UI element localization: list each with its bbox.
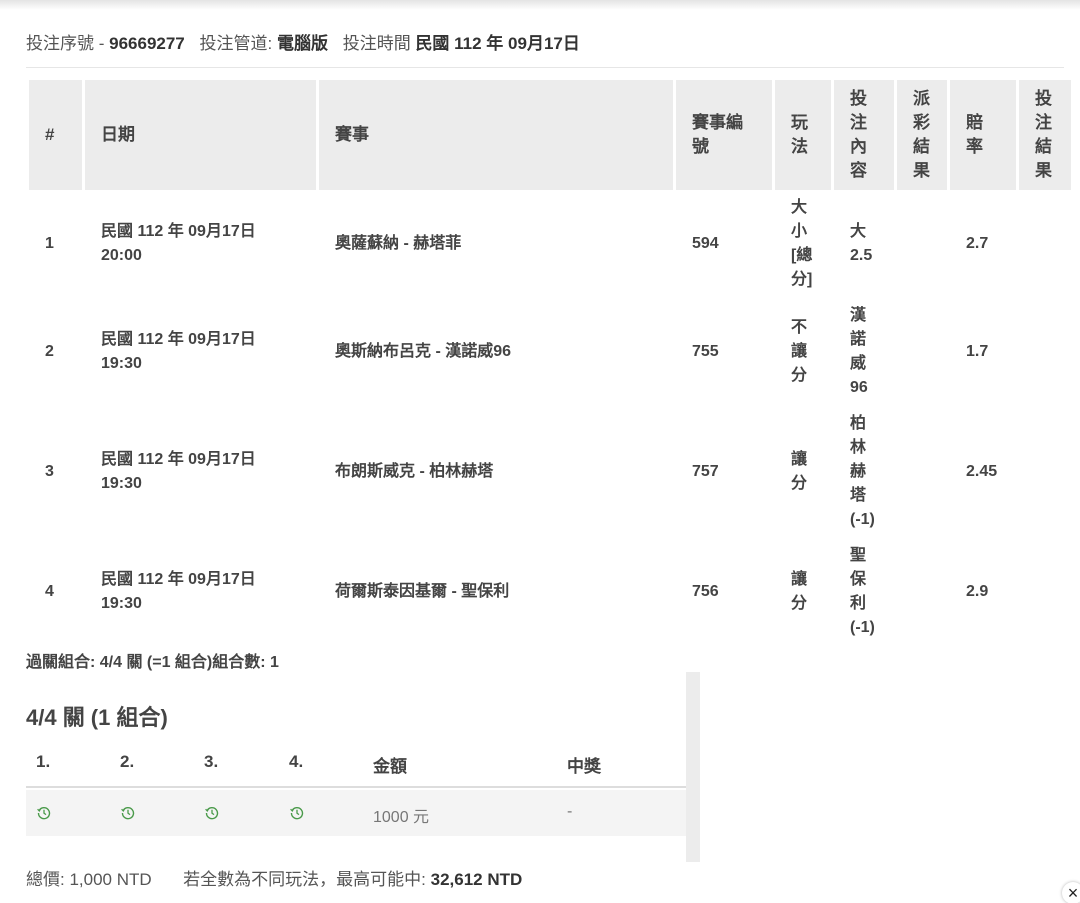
combo-summary: 過關組合: 4/4 關 (=1 組合)組合數: 1 [26, 654, 279, 671]
pending-clock-icon [290, 807, 304, 820]
combo-win: - [567, 803, 573, 820]
col-result: 投注結果 [1019, 80, 1071, 190]
col-num: # [29, 80, 82, 190]
col-event-no: 賽事編號 [676, 80, 772, 190]
row-odds: 2.45 [966, 463, 998, 480]
row-result [1019, 190, 1071, 298]
row-result [1019, 298, 1071, 406]
time-label: 投注時間 [342, 34, 411, 53]
row-play: 大小 [總 分] [791, 199, 813, 288]
combo-row: 1000 元 - [26, 790, 686, 836]
table-row: 1 民國 112 年 09月17日 20:00 奧薩蘇納 - 赫塔菲 594 大小… [29, 190, 1071, 298]
time-value: 民國 112 年 09月17日 [415, 34, 580, 53]
row-date: 民國 112 年 09月17日 19:30 [101, 331, 256, 372]
channel-label: 投注管道: [199, 34, 273, 53]
row-event: 奧斯納布呂克 - 漢諾威96 [335, 343, 512, 360]
divider [26, 67, 1064, 68]
col-play: 玩法 [775, 80, 831, 190]
table-row: 3 民國 112 年 09月17日 19:30 布朗斯威克 - 柏林赫塔 757 … [29, 406, 1071, 538]
row-date: 民國 112 年 09月17日 19:30 [101, 451, 256, 492]
bet-table: # 日期 賽事 賽事編號 玩法 投注內容 派彩結果 賠率 投注結果 1 民國 1… [26, 80, 1074, 646]
max-win-value: 32,612 NTD [430, 870, 523, 889]
col-event: 賽事 [319, 80, 673, 190]
bet-footer: 總價: 1,000 NTD 若全數為不同玩法，最高可能中: 32,612 NTD [26, 865, 522, 890]
pending-clock-icon [121, 807, 135, 820]
row-num: 2 [45, 343, 54, 360]
row-play: 不讓分 [791, 319, 808, 384]
row-payout [897, 298, 947, 406]
row-content: 聖保利 (-1) [850, 547, 875, 636]
row-num: 4 [45, 583, 54, 600]
col-odds: 賠率 [950, 80, 1016, 190]
row-content: 大 2.5 [850, 223, 873, 264]
combo-col-win: 中獎 [567, 757, 601, 776]
row-date: 民國 112 年 09月17日 20:00 [101, 223, 256, 264]
row-payout [897, 190, 947, 298]
row-event-no: 594 [692, 235, 719, 252]
col-date: 日期 [85, 80, 316, 190]
combo-col-amount: 金額 [373, 757, 407, 776]
row-num: 1 [45, 235, 54, 252]
serial-value: 96669277 [109, 34, 185, 53]
row-odds: 2.7 [966, 235, 989, 252]
pending-clock-icon [37, 807, 51, 820]
serial-label: 投注序號 - [26, 34, 105, 53]
combo-col-1: 1. [36, 752, 51, 771]
row-odds: 1.7 [966, 343, 989, 360]
row-content: 柏林赫塔 (-1) [850, 415, 875, 528]
row-payout [897, 538, 947, 646]
bet-header: 投注序號 - 96669277 投注管道: 電腦版 投注時間 民國 112 年 … [26, 29, 580, 54]
row-date: 民國 112 年 09月17日 19:30 [101, 571, 256, 612]
row-play: 讓分 [791, 571, 808, 612]
panel-divider [686, 672, 700, 862]
top-shadow [0, 0, 1080, 10]
table-header-row: # 日期 賽事 賽事編號 玩法 投注內容 派彩結果 賠率 投注結果 [29, 80, 1071, 190]
row-num: 3 [45, 463, 54, 480]
total-label: 總價: [26, 870, 65, 889]
row-event-no: 757 [692, 463, 719, 480]
combo-col-4: 4. [289, 752, 304, 771]
close-button[interactable]: × [1062, 882, 1080, 903]
row-event-no: 756 [692, 583, 719, 600]
row-content: 漢諾威 96 [850, 307, 868, 396]
row-event: 荷爾斯泰因基爾 - 聖保利 [335, 583, 510, 600]
combo-title: 4/4 關 (1 組合) [26, 705, 168, 730]
table-row: 4 民國 112 年 09月17日 19:30 荷爾斯泰因基爾 - 聖保利 756… [29, 538, 1071, 646]
row-result [1019, 538, 1071, 646]
combo-col-3: 3. [204, 752, 219, 771]
combo-amount: 1000 元 [373, 809, 430, 826]
row-odds: 2.9 [966, 583, 989, 600]
row-event-no: 755 [692, 343, 719, 360]
channel-value: 電腦版 [276, 34, 328, 53]
pending-clock-icon [205, 807, 219, 820]
row-play: 讓分 [791, 451, 808, 492]
col-content: 投注內容 [834, 80, 894, 190]
max-win-label: 若全數為不同玩法，最高可能中: [183, 870, 426, 889]
row-event: 奧薩蘇納 - 赫塔菲 [335, 235, 462, 252]
total-value: 1,000 NTD [69, 870, 152, 889]
col-payout: 派彩結果 [897, 80, 947, 190]
row-payout [897, 406, 947, 538]
combo-table-header: 1. 2. 3. 4. 金額 中獎 [26, 738, 686, 788]
row-event: 布朗斯威克 - 柏林赫塔 [335, 463, 494, 480]
row-result [1019, 406, 1071, 538]
table-row: 2 民國 112 年 09月17日 19:30 奧斯納布呂克 - 漢諾威96 75… [29, 298, 1071, 406]
combo-col-2: 2. [120, 752, 135, 771]
